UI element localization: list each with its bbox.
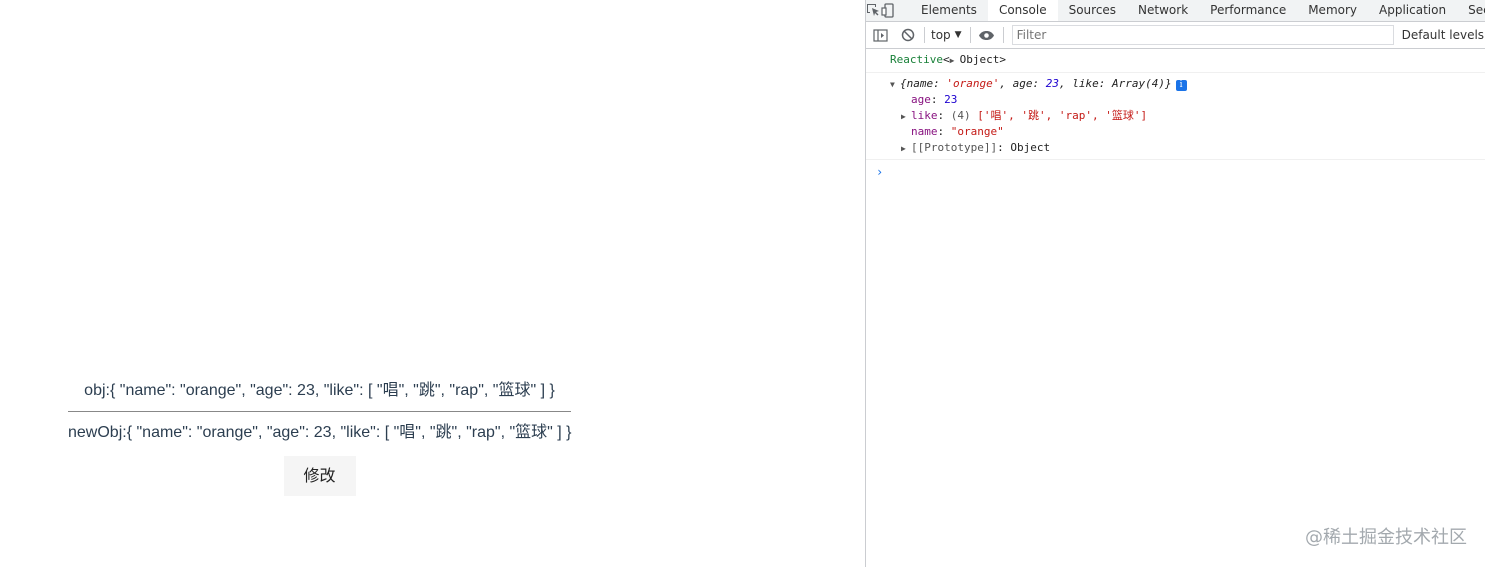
prop-key-name: name: [911, 125, 938, 138]
console-prompt-icon[interactable]: ›: [866, 160, 1485, 180]
app-root: obj:{ "name": "orange", "age": 23, "like…: [68, 378, 572, 496]
expand-triangle-icon[interactable]: ▶: [950, 53, 960, 69]
log-angle-open: <: [942, 53, 950, 66]
context-label: top: [931, 28, 951, 42]
tab-performance[interactable]: Performance: [1199, 0, 1297, 21]
console-message: Reactive<▶ Object>: [866, 49, 1485, 73]
info-icon[interactable]: i: [1175, 80, 1187, 91]
console-toolbar: top ▼ Default levels: [866, 22, 1485, 49]
summary-key-name: name: [906, 77, 934, 90]
toolbar-separator: [1002, 27, 1004, 43]
log-angle-close: >: [999, 53, 1006, 66]
brace-open: {: [900, 77, 907, 90]
inspect-element-icon[interactable]: [866, 0, 881, 21]
chevron-down-icon: ▼: [954, 30, 962, 40]
tab-network[interactable]: Network: [1127, 0, 1199, 21]
tab-security[interactable]: Secu: [1457, 0, 1485, 21]
prop-row-age: age: 23: [911, 93, 958, 106]
expand-triangle-icon[interactable]: ▶: [901, 141, 911, 157]
tab-elements[interactable]: Elements: [910, 0, 988, 21]
collapse-triangle-icon[interactable]: ▼: [890, 77, 900, 93]
prop-val-prototype: Object: [1010, 141, 1051, 154]
devtools-panel: Elements Console Sources Network Perform…: [865, 0, 1485, 567]
summary-val-age: 23: [1045, 77, 1059, 90]
toolbar-separator: [924, 27, 925, 43]
summary-key-like: like: [1072, 77, 1099, 90]
expand-triangle-icon[interactable]: ▶: [901, 109, 911, 125]
toolbar-separator: [969, 27, 971, 43]
device-toolbar-icon[interactable]: [881, 0, 896, 21]
summary-val-name: 'orange': [946, 77, 1000, 90]
prop-row-prototype[interactable]: ▶ [[Prototype]]: Object: [890, 140, 1485, 156]
page-viewport: obj:{ "name": "orange", "age": 23, "like…: [0, 0, 865, 567]
object-summary-row[interactable]: ▼ {name: 'orange', age: 23, like: Array(4…: [890, 76, 1485, 92]
eye-icon[interactable]: [973, 22, 1001, 48]
sidebar-toggle-icon[interactable]: [866, 22, 894, 48]
console-output: Reactive<▶ Object> ▼ {name: 'orange', age:…: [866, 49, 1485, 180]
tab-sources[interactable]: Sources: [1058, 0, 1127, 21]
clear-console-icon[interactable]: [894, 22, 922, 48]
context-selector[interactable]: top ▼: [927, 28, 968, 42]
obj-text: obj:{ "name": "orange", "age": 23, "like…: [84, 382, 555, 399]
prop-like-count: (4): [950, 109, 971, 122]
summary-key-age: age: [1012, 77, 1033, 90]
log-label: Reactive: [890, 53, 943, 66]
log-levels-dropdown[interactable]: Default levels: [1402, 28, 1484, 42]
prop-row-name: name: "orange": [911, 125, 1004, 138]
devtools-tabbar: Elements Console Sources Network Perform…: [866, 0, 1485, 22]
newobj-text: newObj:{ "name": "orange", "age": 23, "l…: [68, 424, 572, 441]
log-object-label: Object: [959, 53, 1000, 66]
prop-key-age: age: [911, 93, 931, 106]
prop-row-like[interactable]: ▶ like: (4) ['唱', '跳', 'rap', '篮球']: [890, 108, 1485, 124]
console-filter-input[interactable]: [1011, 25, 1394, 45]
brace-close: }: [1164, 77, 1172, 90]
watermark: @稀土掘金技术社区: [1305, 527, 1467, 548]
tab-application[interactable]: Application: [1368, 0, 1457, 21]
console-message-object: ▼ {name: 'orange', age: 23, like: Array(4…: [866, 73, 1485, 160]
prop-key-like: like: [911, 109, 938, 122]
prop-val-name: "orange": [950, 125, 1004, 138]
modify-button[interactable]: 修改: [283, 456, 356, 496]
tab-memory[interactable]: Memory: [1297, 0, 1368, 21]
prop-val-age: 23: [944, 93, 958, 106]
divider: [68, 411, 571, 412]
prop-key-prototype: [[Prototype]]: [911, 141, 998, 154]
prop-val-like: ['唱', '跳', 'rap', '篮球']: [977, 109, 1148, 122]
tab-console[interactable]: Console: [987, 0, 1058, 21]
summary-val-like: Array(4): [1111, 77, 1165, 90]
